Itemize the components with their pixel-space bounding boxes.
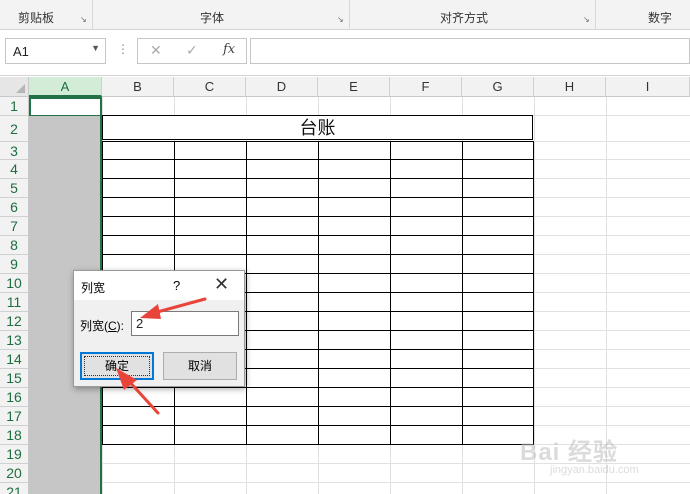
help-button[interactable]: ?	[173, 278, 180, 293]
select-all-button[interactable]	[0, 77, 29, 97]
ribbon-group-label: 字体	[200, 11, 225, 25]
column-header-b[interactable]: B	[102, 77, 174, 97]
ribbon-group-number: 数字	[596, 0, 690, 30]
ribbon-group-label: 数字	[648, 11, 673, 25]
access-key: C	[108, 319, 117, 333]
more-icon[interactable]: ⋮	[117, 42, 129, 56]
row-header[interactable]: 15	[0, 369, 29, 388]
check-icon[interactable]: ✓	[186, 42, 198, 59]
dialog-title: 列宽	[81, 281, 106, 295]
label-suffix: ):	[116, 319, 125, 333]
column-header-c[interactable]: C	[174, 77, 246, 97]
dialog-launcher-icon[interactable]: ↘	[80, 15, 89, 24]
column-width-input[interactable]: 2	[131, 311, 239, 336]
ledger-title-cell[interactable]: 台账	[102, 115, 533, 140]
ok-button[interactable]: 确定	[80, 352, 154, 380]
ribbon-group-font: 字体 ↘	[93, 0, 350, 30]
column-header-e[interactable]: E	[318, 77, 390, 97]
column-header-a[interactable]: A	[29, 77, 102, 97]
row-header[interactable]: 9	[0, 255, 29, 274]
row-header[interactable]: 16	[0, 388, 29, 407]
formula-bar: A1 ▼ ⋮ ✕ ✓ fx	[0, 30, 690, 76]
baidu-watermark: Bai 经验 jingyan.baidu.com	[520, 432, 685, 492]
close-icon[interactable]: ✕	[150, 42, 162, 59]
cancel-button[interactable]: 取消	[163, 352, 237, 380]
row-header[interactable]: 20	[0, 464, 29, 483]
close-icon[interactable]: ✕	[214, 274, 229, 294]
row-header[interactable]: 19	[0, 445, 29, 464]
column-header-d[interactable]: D	[246, 77, 318, 97]
dialog-titlebar[interactable]: 列宽 ? ✕	[74, 271, 244, 300]
column-width-label: 列宽(C):	[80, 317, 124, 334]
table-border	[246, 141, 247, 445]
label-text: 列宽(	[80, 319, 108, 333]
column-width-dialog: 列宽 ? ✕ 列宽(C): 2 确定 取消	[73, 270, 245, 387]
row-header[interactable]: 13	[0, 331, 29, 350]
select-all-triangle	[16, 84, 25, 93]
name-box[interactable]: A1 ▼	[5, 38, 106, 64]
watermark-logo: Bai 经验	[520, 439, 619, 466]
row-header[interactable]: 1	[0, 97, 29, 116]
row-header[interactable]: 10	[0, 274, 29, 293]
insert-function-button[interactable]: fx	[223, 42, 235, 57]
row-header[interactable]: 2	[0, 116, 29, 142]
table-border	[390, 141, 391, 445]
column-header-f[interactable]: F	[390, 77, 462, 97]
row-header[interactable]: 18	[0, 426, 29, 445]
ribbon-group-alignment: 对齐方式 ↘	[350, 0, 596, 30]
formula-input[interactable]	[250, 38, 690, 64]
table-border	[318, 141, 319, 445]
row-header[interactable]: 3	[0, 142, 29, 160]
dialog-launcher-icon[interactable]: ↘	[337, 15, 346, 24]
ribbon: 剪贴板 ↘ 字体 ↘ 对齐方式 ↘ 数字	[0, 0, 690, 30]
row-header[interactable]: 14	[0, 350, 29, 369]
row-header[interactable]: 21	[0, 483, 29, 494]
active-cell[interactable]	[29, 97, 102, 116]
column-header-g[interactable]: G	[462, 77, 534, 97]
ribbon-group-clipboard: 剪贴板 ↘	[0, 0, 93, 30]
ribbon-group-label: 剪贴板	[18, 11, 55, 25]
watermark-url: jingyan.baidu.com	[550, 464, 639, 476]
row-header[interactable]: 7	[0, 217, 29, 236]
column-header-h[interactable]: H	[534, 77, 606, 97]
column-header-i[interactable]: I	[606, 77, 690, 97]
dialog-launcher-icon[interactable]: ↘	[583, 15, 592, 24]
table-border	[462, 141, 463, 445]
ribbon-group-label: 对齐方式	[440, 11, 489, 25]
name-box-value: A1	[13, 44, 29, 59]
row-header[interactable]: 5	[0, 179, 29, 198]
row-header[interactable]: 4	[0, 160, 29, 179]
row-header[interactable]: 8	[0, 236, 29, 255]
row-header[interactable]: 12	[0, 312, 29, 331]
row-header[interactable]: 6	[0, 198, 29, 217]
row-header[interactable]: 11	[0, 293, 29, 312]
table-border	[533, 141, 534, 445]
formula-buttons: ✕ ✓ fx	[137, 38, 247, 64]
chevron-down-icon[interactable]: ▼	[91, 43, 100, 53]
row-header[interactable]: 17	[0, 407, 29, 426]
